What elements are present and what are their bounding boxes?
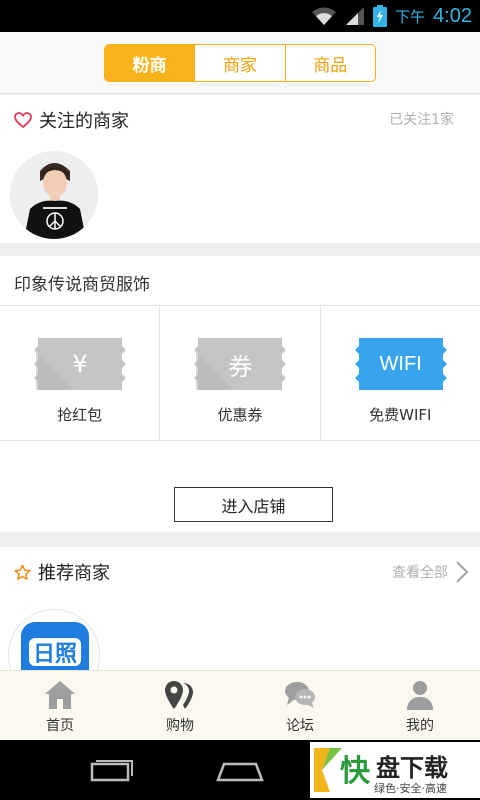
perk-label: 优惠券 bbox=[217, 406, 263, 424]
site-watermark: 快 盘下载 绿色·安全·高速 bbox=[310, 742, 480, 798]
view-all-label: 查看全部 bbox=[392, 565, 448, 581]
store-card: 印象传说商贸服饰 ¥ 抢红包 券 优惠券 WIFI 免费WIFI 进入店铺 bbox=[0, 256, 480, 532]
chevron-right-icon bbox=[456, 561, 468, 583]
tab-fans-merchants[interactable]: 粉商 bbox=[105, 45, 195, 81]
nav-label: 购物 bbox=[166, 718, 194, 734]
segment-tabs: 粉商 商家 商品 bbox=[104, 44, 376, 82]
perk-coupon[interactable]: 券 优惠券 bbox=[159, 306, 319, 440]
watermark-brand: 快 bbox=[340, 754, 370, 789]
bottom-nav: 首页 购物 论坛 我的 bbox=[0, 670, 480, 740]
nav-mine[interactable]: 我的 bbox=[360, 671, 480, 740]
followed-count: 已关注1家 bbox=[389, 112, 454, 128]
followed-title: 关注的商家 bbox=[39, 111, 129, 132]
perk-ticket-text: ¥ bbox=[72, 350, 88, 378]
perk-red-packet[interactable]: ¥ 抢红包 bbox=[0, 306, 159, 440]
followed-header: 关注的商家 bbox=[14, 107, 129, 133]
recommend-section: 推荐商家 查看全部 日照 bbox=[0, 547, 480, 701]
nav-forum[interactable]: 论坛 bbox=[240, 671, 360, 740]
perk-free-wifi[interactable]: WIFI 免费WIFI bbox=[319, 306, 480, 440]
perk-label: 抢红包 bbox=[57, 406, 103, 424]
map-pin-icon bbox=[165, 681, 193, 709]
home-icon bbox=[45, 681, 75, 709]
status-bar: 下午 4:02 bbox=[0, 0, 480, 32]
top-header: 粉商 商家 商品 bbox=[0, 32, 480, 94]
nav-home[interactable]: 首页 bbox=[0, 671, 120, 740]
enter-store-button[interactable]: 进入店铺 bbox=[174, 487, 333, 522]
nav-label: 论坛 bbox=[286, 718, 314, 734]
watermark-text: 盘下载 bbox=[376, 754, 448, 782]
store-perks: ¥ 抢红包 券 优惠券 WIFI 免费WIFI bbox=[0, 306, 480, 441]
star-icon bbox=[14, 564, 31, 580]
nav-label: 首页 bbox=[46, 718, 74, 734]
user-icon bbox=[407, 681, 433, 710]
perk-ticket-text: 券 bbox=[228, 352, 253, 381]
perk-ticket-text: WIFI bbox=[379, 352, 422, 375]
chat-bubbles-icon bbox=[285, 682, 315, 708]
view-all-link[interactable]: 查看全部 bbox=[392, 561, 468, 583]
store-name[interactable]: 印象传说商贸服饰 bbox=[14, 270, 150, 295]
battery-icon bbox=[373, 5, 388, 27]
wifi-icon bbox=[312, 7, 337, 25]
status-time: 4:02 bbox=[433, 4, 472, 27]
logo-text: 日照 bbox=[32, 642, 77, 667]
recent-apps-icon[interactable] bbox=[82, 756, 138, 786]
status-period: 下午 bbox=[395, 7, 426, 26]
recommend-title: 推荐商家 bbox=[38, 563, 110, 584]
person-photo bbox=[10, 151, 98, 239]
followed-section: 关注的商家 已关注1家 bbox=[0, 95, 480, 243]
tab-merchants[interactable]: 商家 bbox=[194, 45, 284, 81]
heart-icon bbox=[14, 112, 32, 128]
nav-label: 我的 bbox=[406, 718, 434, 734]
tab-products[interactable]: 商品 bbox=[284, 45, 375, 81]
home-button-icon[interactable] bbox=[212, 756, 268, 786]
nav-shopping[interactable]: 购物 bbox=[120, 671, 240, 740]
merchant-avatar[interactable] bbox=[10, 151, 98, 239]
perk-label: 免费WIFI bbox=[369, 406, 432, 424]
signal-icon bbox=[346, 7, 365, 25]
watermark-tagline: 绿色·安全·高速 bbox=[374, 782, 447, 795]
recommend-header: 推荐商家 bbox=[14, 559, 110, 585]
